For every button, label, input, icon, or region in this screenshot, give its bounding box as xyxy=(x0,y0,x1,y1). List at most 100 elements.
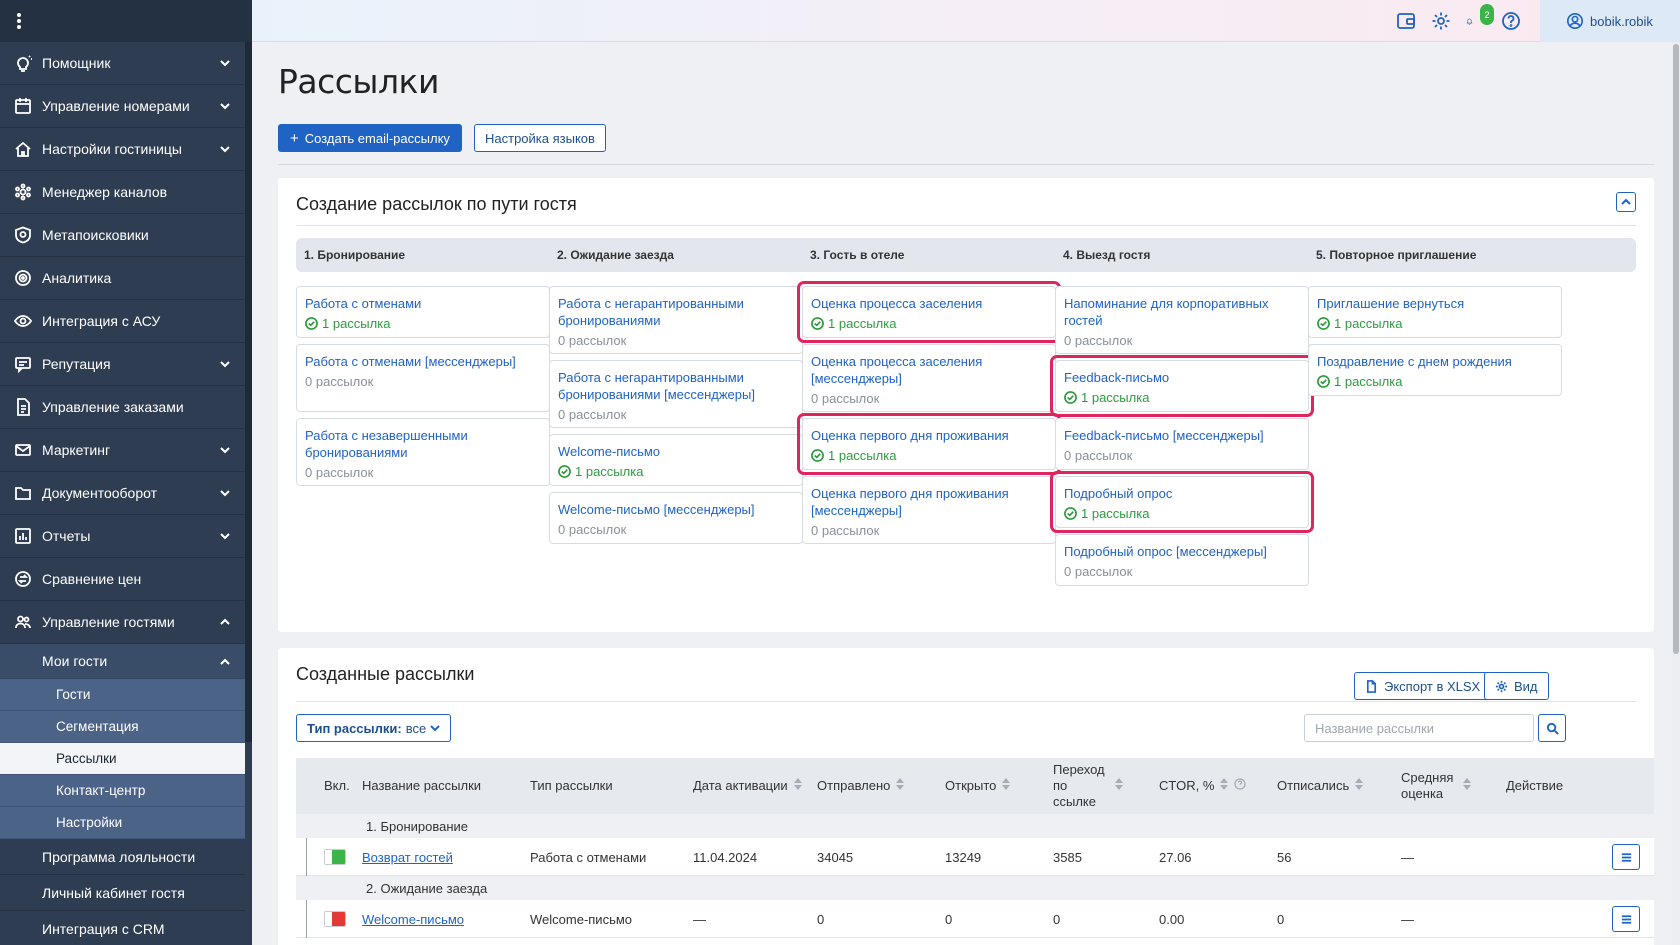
sidebar-item-3[interactable]: Менеджер каналов xyxy=(0,171,245,214)
sidebar-item-5[interactable]: Аналитика xyxy=(0,257,245,300)
journey-card[interactable]: Welcome-письмо [мессенджеры] 0 рассылок xyxy=(549,492,803,544)
sidebar-bottom-item-1[interactable]: Личный кабинет гостя xyxy=(0,875,245,911)
sort-icon[interactable] xyxy=(1220,778,1229,794)
sidebar-subitem-2[interactable]: Рассылки xyxy=(0,743,245,775)
tree-line xyxy=(306,838,307,876)
cell-name[interactable]: Welcome-письмо xyxy=(362,900,464,938)
sidebar-item-7[interactable]: Репутация xyxy=(0,343,245,386)
mailing-link[interactable]: Возврат гостей xyxy=(362,850,453,865)
user-menu[interactable]: bobik.robik xyxy=(1540,0,1680,42)
type-filter-dropdown[interactable]: Тип рассылки: все xyxy=(296,714,452,742)
column-header[interactable]: Средняя оценка xyxy=(1401,758,1471,814)
sort-icon[interactable] xyxy=(1355,778,1364,794)
row-actions-button[interactable] xyxy=(1612,906,1640,932)
mailing-link[interactable]: Welcome-письмо xyxy=(362,912,464,927)
row-actions-button[interactable] xyxy=(1612,844,1640,870)
sidebar-item-11[interactable]: Отчеты xyxy=(0,515,245,558)
sidebar-item-10[interactable]: Документооборот xyxy=(0,472,245,515)
cell-name[interactable]: Возврат гостей xyxy=(362,838,453,876)
sidebar-item-0[interactable]: Помощник xyxy=(0,42,245,85)
journey-card[interactable]: Работа с отменами 1 рассылка xyxy=(296,286,550,338)
column-header[interactable]: Переход по ссылке xyxy=(1053,758,1123,814)
sidebar-subitem-1[interactable]: Сегментация xyxy=(0,711,245,743)
sort-icon[interactable] xyxy=(896,778,905,794)
journey-card[interactable]: Подробный опрос [мессенджеры] 0 рассылок xyxy=(1055,534,1309,586)
sort-icon[interactable] xyxy=(1463,778,1471,794)
bar-chart-icon xyxy=(12,525,34,547)
sort-icon[interactable] xyxy=(1002,778,1011,794)
sidebar-item-9[interactable]: Маркетинг xyxy=(0,429,245,472)
calendar-icon xyxy=(12,95,34,117)
help-icon[interactable] xyxy=(1501,11,1522,32)
sidebar-bottom-item-2[interactable]: Интеграция с CRM xyxy=(0,911,245,945)
column-header[interactable]: CTOR, % xyxy=(1159,758,1247,814)
sidebar-item-12[interactable]: Сравнение цен xyxy=(0,558,245,601)
sidebar-item-my-guests[interactable]: Мои гости xyxy=(0,644,245,679)
collapse-button[interactable] xyxy=(1616,192,1636,212)
search-icon xyxy=(1546,722,1559,735)
language-settings-button[interactable]: Настройка языков xyxy=(474,124,606,152)
wallet-icon[interactable] xyxy=(1396,11,1417,32)
cell-type: Работа с отменами xyxy=(530,849,647,865)
cell-opened: 13249 xyxy=(945,849,982,865)
group-row: 2. Ожидание заезда xyxy=(296,876,1654,900)
bell-icon[interactable]: 2 xyxy=(1466,4,1494,32)
sidebar-menu-button[interactable] xyxy=(0,0,252,42)
journey-card-status: 1 рассылка xyxy=(305,316,541,331)
column-header[interactable]: Открыто xyxy=(945,758,1011,814)
search-input[interactable] xyxy=(1304,714,1534,742)
toggle-on[interactable] xyxy=(324,849,346,865)
sidebar-item-4[interactable]: Метапоисковики xyxy=(0,214,245,257)
journey-card-status: 1 рассылка xyxy=(1317,374,1553,389)
export-xlsx-button[interactable]: Экспорт в XLSX xyxy=(1354,672,1492,700)
created-panel: Созданные рассылки Экспорт в XLSX Вид Ти… xyxy=(278,648,1654,945)
check-circle-icon xyxy=(1317,317,1330,330)
cell-opened: 0 xyxy=(945,911,953,927)
cell-clicks: 0 xyxy=(1053,911,1061,927)
column-header[interactable]: Отправлено xyxy=(817,758,905,814)
chevron-down-icon xyxy=(430,725,440,732)
sidebar-scrollbar[interactable] xyxy=(245,42,252,742)
sidebar-item-label: Метапоисковики xyxy=(42,227,149,243)
sidebar-item-13[interactable]: Управление гостями xyxy=(0,601,245,644)
journey-card[interactable]: Feedback-письмо [мессенджеры] 0 рассылок xyxy=(1055,418,1309,470)
journey-card[interactable]: Приглашение вернуться 1 рассылка xyxy=(1308,286,1562,338)
search-shield-icon xyxy=(12,224,34,246)
cell-sent: 0 xyxy=(817,911,825,927)
create-email-button[interactable]: + Создать email-рассылку xyxy=(278,124,462,152)
mail-icon xyxy=(12,439,34,461)
journey-card[interactable]: Поздравление с днем рождения 1 рассылка xyxy=(1308,344,1562,396)
journey-card[interactable]: Работа с негарантированными бронирования… xyxy=(549,286,803,354)
journey-card[interactable]: Оценка первого дня проживания [мессендже… xyxy=(802,476,1056,544)
sidebar-item-2[interactable]: Настройки гостиницы xyxy=(0,128,245,171)
column-header[interactable]: Дата активации xyxy=(693,758,802,814)
check-circle-icon xyxy=(1317,375,1330,388)
sidebar-bottom-item-0[interactable]: Программа лояльности xyxy=(0,839,245,875)
page-scrollbar[interactable] xyxy=(1672,42,1680,945)
chevron-down-icon xyxy=(219,357,231,373)
sidebar-item-1[interactable]: Управление номерами xyxy=(0,85,245,128)
journey-card[interactable]: Оценка процесса заселения [мессенджеры] 0… xyxy=(802,344,1056,412)
sort-icon[interactable] xyxy=(793,778,802,794)
gear-icon[interactable] xyxy=(1431,11,1452,32)
journey-card[interactable]: Работа с отменами [мессенджеры] 0 рассыло… xyxy=(296,344,550,412)
toggle-off[interactable] xyxy=(324,911,346,927)
sidebar-subitem-4[interactable]: Настройки xyxy=(0,807,245,839)
column-header[interactable]: Отписались xyxy=(1277,758,1364,814)
sort-icon[interactable] xyxy=(1115,778,1123,794)
journey-card[interactable]: Работа с незавершенными бронированиями 0 … xyxy=(296,418,550,486)
table-row: Возврат гостей Работа с отменами 11.04.202… xyxy=(296,838,1654,876)
view-button[interactable]: Вид xyxy=(1484,672,1549,700)
column-header: Тип рассылки xyxy=(530,778,613,793)
search-button[interactable] xyxy=(1538,714,1566,742)
sidebar-item-6[interactable]: Интеграция с АСУ xyxy=(0,300,245,343)
sidebar-subitem-0[interactable]: Гости xyxy=(0,679,245,711)
sidebar-subitem-3[interactable]: Контакт-центр xyxy=(0,775,245,807)
folder-icon xyxy=(12,482,34,504)
journey-card[interactable]: Напоминание для корпоративных гостей 0 ра… xyxy=(1055,286,1309,354)
journey-card[interactable]: Welcome-письмо 1 рассылка xyxy=(549,434,803,486)
journey-card[interactable]: Работа с негарантированными бронирования… xyxy=(549,360,803,428)
sidebar-item-8[interactable]: Управление заказами xyxy=(0,386,245,429)
help-icon[interactable] xyxy=(1234,778,1247,794)
journey-card-title: Работа с негарантированными бронирования… xyxy=(558,370,755,402)
